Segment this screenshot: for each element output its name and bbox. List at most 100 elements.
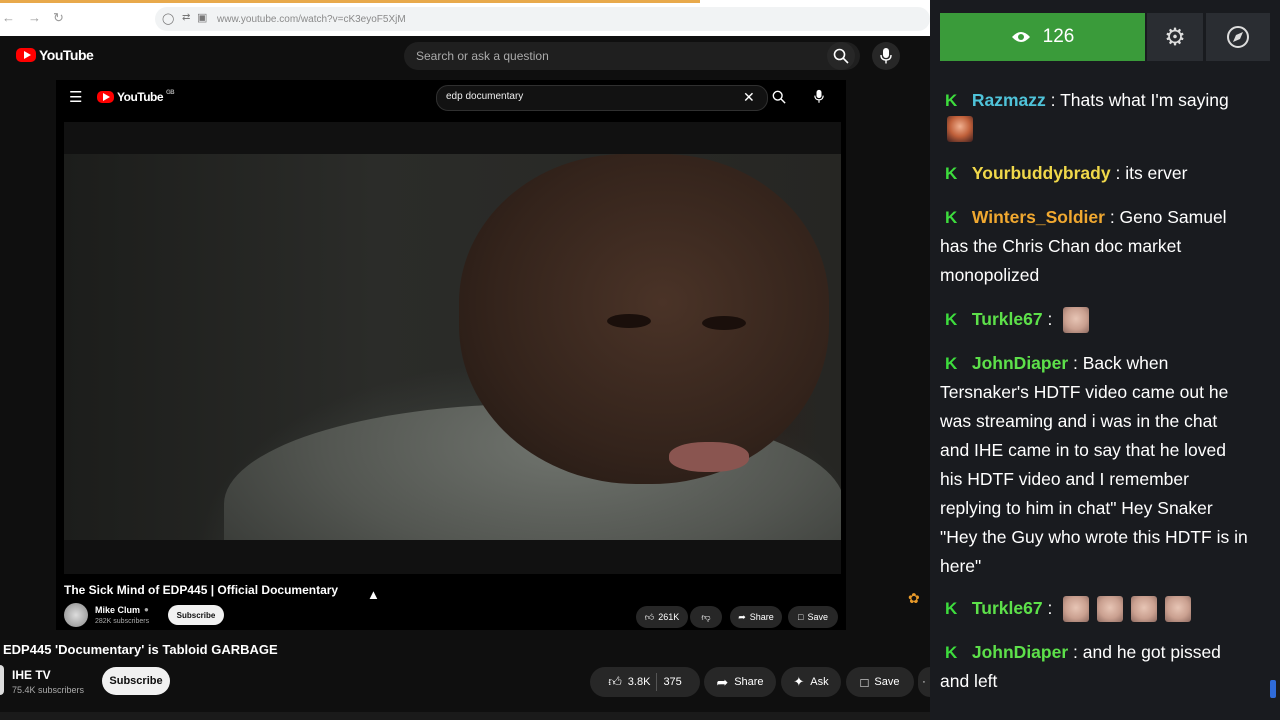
inner-youtube-logo[interactable]: YouTube GB [97,90,175,104]
inner-channel-name[interactable]: Mike Clum [95,605,140,615]
video-frame-eye [607,314,651,328]
chat-message: K Turkle67 : [940,305,1250,334]
chat-username[interactable]: JohnDiaper [972,642,1068,662]
site-permissions-icon[interactable]: ⇄ [182,12,190,23]
voice-search-button[interactable] [872,42,900,70]
share-label: Share [734,676,764,688]
search-input[interactable]: Search or ask a question [416,49,549,63]
kick-badge-icon: K [945,91,958,110]
chat-settings-button[interactable]: ⚙ [1147,13,1203,61]
chat-text: : [1047,598,1053,618]
kick-badge-icon: K [945,310,958,329]
chat-text: : its erver [1115,163,1188,183]
inner-video-title: The Sick Mind of EDP445 | Official Docum… [64,583,339,597]
search-icon [833,48,849,64]
youtube-play-icon [97,91,114,103]
emote-icon [1063,596,1090,623]
video-player[interactable] [64,154,841,540]
kick-badge-icon: K [945,599,958,618]
dislike-count: 375 [663,676,682,688]
youtube-logo[interactable]: YouTube [16,47,94,63]
chat-username[interactable]: Winters_Soldier [972,207,1105,227]
bottom-bar [0,712,930,720]
inner-share-label: Share [749,612,774,622]
thumbs-up-icon: 👍︎ [644,611,655,622]
menu-icon[interactable]: ☰ [69,88,82,106]
chat-username[interactable]: Turkle67 [972,598,1043,618]
chat-message: K Winters_Soldier : Geno Samuel has the … [940,203,1250,290]
subscribe-button[interactable]: Subscribe [102,667,170,695]
inner-subscribe-button[interactable]: Subscribe [168,605,224,625]
chat-message: K Razmazz : Thats what I'm saying [940,86,1250,115]
url-text[interactable]: www.youtube.com/watch?v=cK3eyoF5XjM [217,14,406,25]
youtube-logo-text: YouTube [39,47,94,63]
video-frame-mouth [669,442,749,472]
inner-share-button[interactable]: ➦ Share [730,606,782,628]
emote-icon [1131,596,1158,623]
save-button[interactable]: □ Save [846,667,914,697]
chat-username[interactable]: Turkle67 [972,309,1043,329]
subscriber-count: 75.4K subscribers [12,685,85,695]
youtube-play-icon [16,48,36,62]
chat-username[interactable]: Yourbuddybrady [972,163,1111,183]
emote-icon [1097,596,1124,623]
kick-badge-icon: K [945,164,958,183]
like-count: 3.8K [627,676,651,688]
region-code: GB [166,90,175,96]
chat-emote [947,116,973,142]
browser-toolbar: ← → ↻ ◯ ⇄ ▣ www.youtube.com/watch?v=cK3e… [0,0,930,36]
chat-text: : Back when Tersnaker's HDTF video came … [940,353,1248,576]
divider [656,673,658,691]
channel-avatar[interactable] [0,665,4,695]
inner-microphone-icon[interactable] [814,89,824,104]
more-actions-button[interactable]: · [918,667,930,697]
kick-badge-icon: K [945,208,958,227]
emote-icon [1063,307,1090,334]
save-label: Save [874,676,900,688]
channel-avatar[interactable] [64,603,88,627]
eye-icon [1011,32,1030,42]
chat-text: : [1047,309,1053,329]
share-icon: ➦ [738,611,746,622]
like-dislike-group: 👍︎ 3.8K 375 [590,667,700,697]
chat-username[interactable]: Razmazz [972,90,1046,110]
inner-search-input[interactable]: edp documentary [446,91,523,102]
inner-like-button[interactable]: 👍︎ 261K [636,606,688,628]
video-title: EDP445 'Documentary' is Tabloid GARBAGE [3,642,278,657]
ask-button[interactable]: ✦ Ask [781,667,841,697]
chat-text: : Thats what I'm saying [1050,90,1229,110]
inner-search-icon[interactable] [772,90,786,104]
forward-icon[interactable]: → [28,10,41,25]
back-icon[interactable]: ← [2,10,15,25]
shield-icon[interactable]: ◯ [162,12,174,25]
chat-scrollbar[interactable] [1270,680,1276,698]
search-button[interactable] [827,42,855,70]
reload-icon[interactable]: ↻ [53,10,64,26]
inner-dislike-button[interactable]: 👎︎ [690,606,722,628]
chat-username[interactable]: JohnDiaper [972,353,1068,373]
chat-message: K JohnDiaper : and he got pissed and lef… [940,638,1250,696]
chat-message: K Turkle67 : [940,594,1250,623]
share-button[interactable]: ➦ Share [704,667,776,697]
inner-subscriber-count: 282K subscribers [95,618,150,625]
kick-badge-icon: K [945,643,958,662]
kick-badge-icon: K [945,354,958,373]
tracking-protection-icon[interactable]: ▣ [197,11,207,24]
bookmark-icon: □ [860,674,869,690]
clear-search-icon[interactable]: ✕ [743,89,755,106]
mouse-cursor-icon: ▲ [367,587,380,602]
inner-subscribe-label: Subscribe [176,610,216,620]
channel-name[interactable]: IHE TV [12,668,51,682]
chat-popout-button[interactable] [1206,13,1270,61]
like-button[interactable]: 👍︎ 3.8K [608,674,650,690]
video-letterbox-top [64,122,841,154]
page-load-progress [0,0,700,3]
ask-label: Ask [810,676,829,688]
inner-save-button[interactable]: □ Save [788,606,838,628]
compass-icon [1227,26,1249,48]
chat-message: K Yourbuddybrady : its erver [940,159,1250,188]
dislike-button[interactable]: 375 [663,676,681,688]
viewer-count-box: 126 [940,13,1145,61]
verified-icon: ● [144,605,149,614]
video-frame-eye [702,316,746,330]
